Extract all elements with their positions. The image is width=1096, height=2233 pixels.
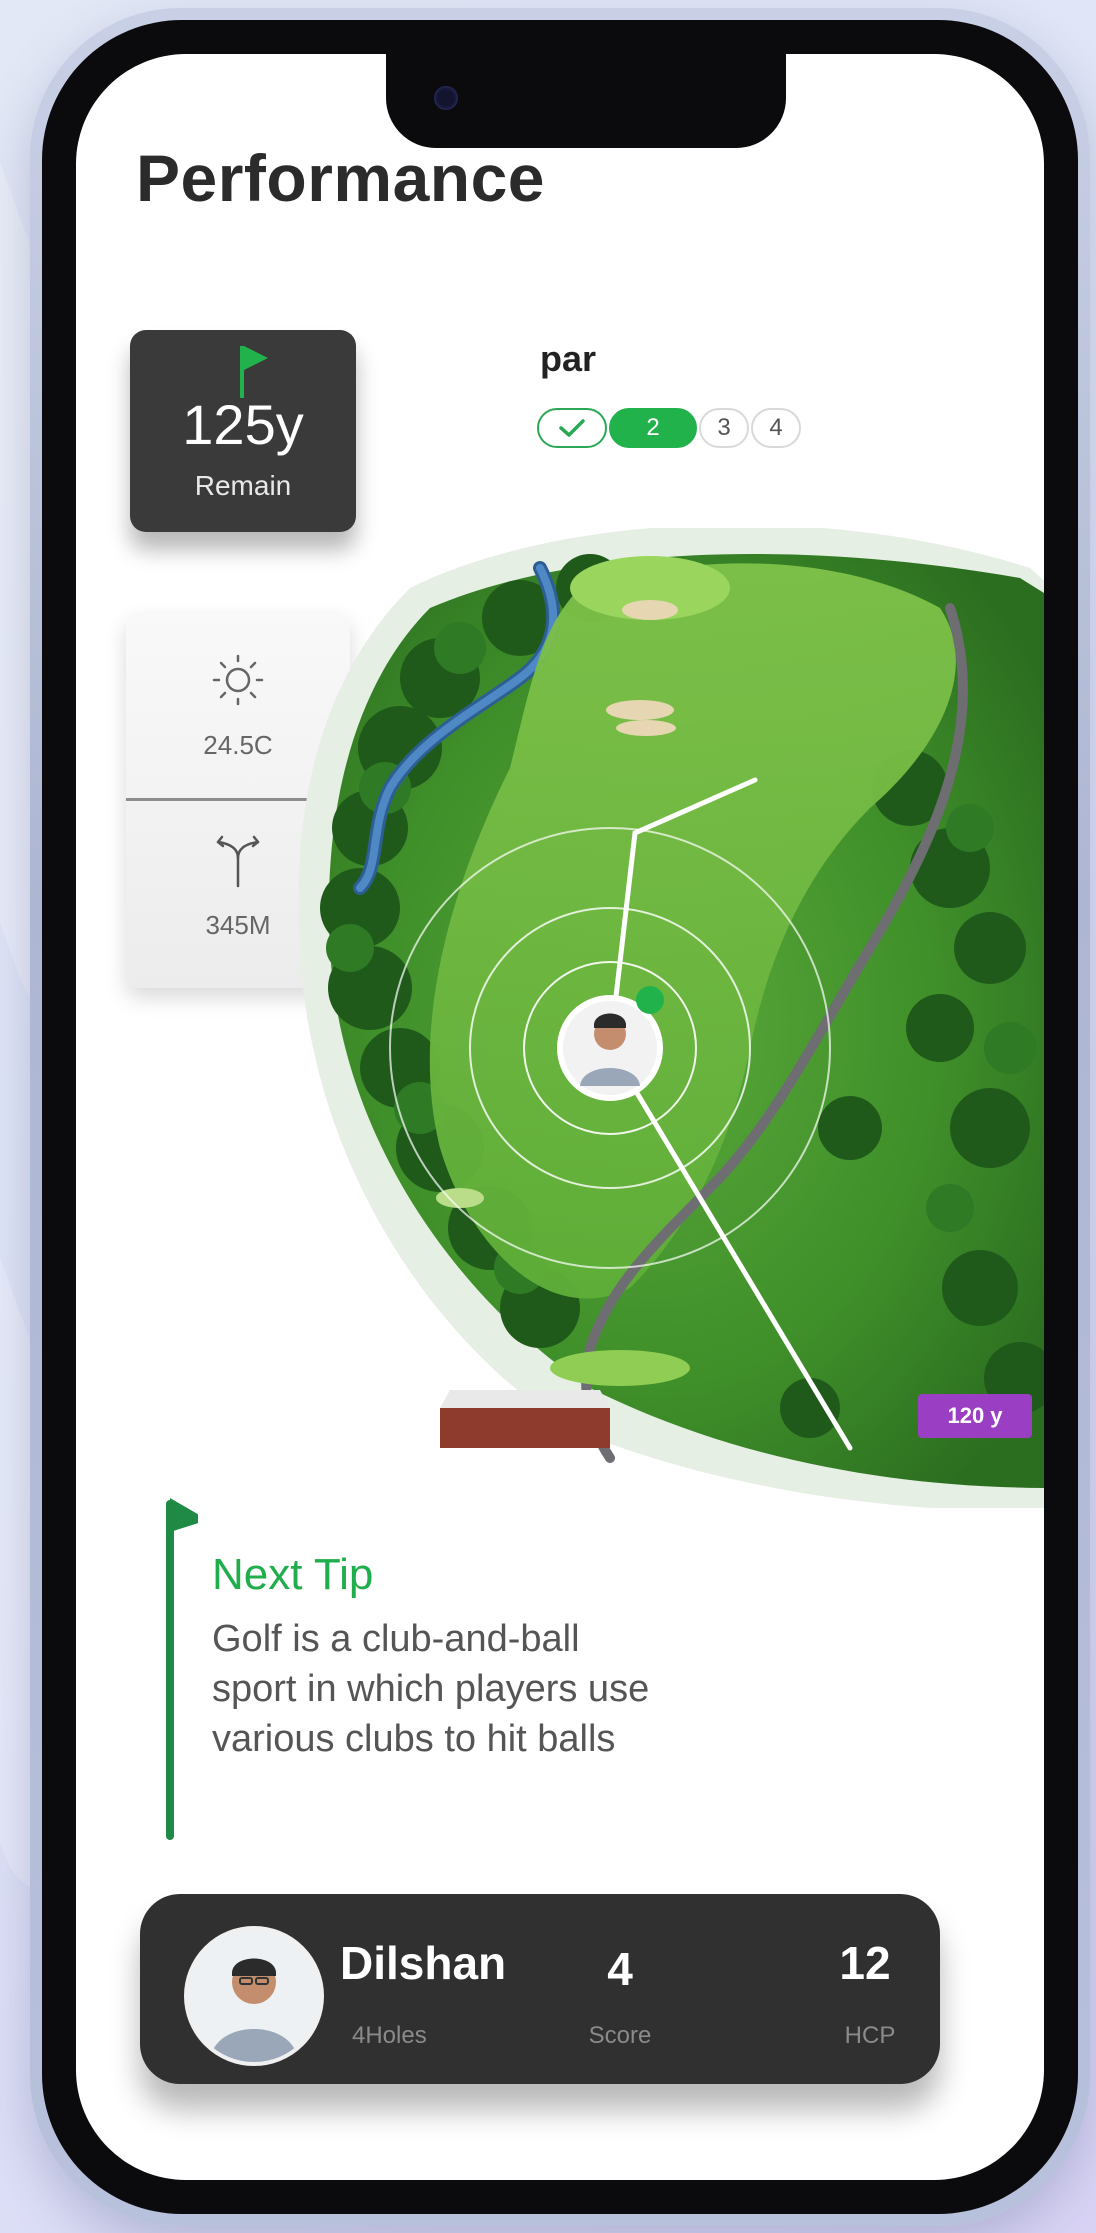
page-title: Performance <box>136 141 546 215</box>
par-selector: 2 3 4 <box>537 408 803 448</box>
golf-course-map[interactable] <box>290 528 1044 1508</box>
phone-frame: Performance 125y Remain par 2 3 4 24.5C … <box>30 8 1090 2226</box>
remaining-distance-value: 125y <box>182 393 304 456</box>
route-split-icon <box>216 835 260 888</box>
remaining-distance-card: 125y Remain <box>130 330 356 532</box>
tip-title: Next Tip <box>212 1550 374 1599</box>
player-summary-bar[interactable]: Dilshan 4Holes 4 Score 12 HCP <box>140 1894 940 2084</box>
player-name: Dilshan <box>340 1937 507 1989</box>
tip-flag-icon <box>166 1498 198 1840</box>
player-avatar <box>184 1926 324 2066</box>
phone-bezel: Performance 125y Remain par 2 3 4 24.5C … <box>42 20 1078 2214</box>
par-option-2[interactable]: 2 <box>609 408 697 448</box>
par-option-3[interactable]: 3 <box>699 408 749 448</box>
player-holes: 4Holes <box>352 2022 427 2049</box>
hcp-label: HCP <box>844 2022 896 2049</box>
hcp-value: 12 <box>839 1937 891 1989</box>
par-label: par <box>540 338 597 379</box>
tip-body: Golf is a club-and-ball sport in which p… <box>212 1618 650 1760</box>
par-confirm-button[interactable] <box>537 408 607 448</box>
avatar-icon <box>188 1930 320 2062</box>
remaining-distance-label: Remain <box>194 470 292 501</box>
score-label: Score <box>588 2022 652 2049</box>
sun-icon <box>212 654 264 706</box>
check-icon <box>559 419 585 437</box>
app-screen: Performance 125y Remain par 2 3 4 24.5C … <box>76 54 1044 2180</box>
distance-tag: 120 y <box>947 1403 1003 1428</box>
par-option-4[interactable]: 4 <box>751 408 801 448</box>
score-value: 4 <box>607 1943 633 1995</box>
